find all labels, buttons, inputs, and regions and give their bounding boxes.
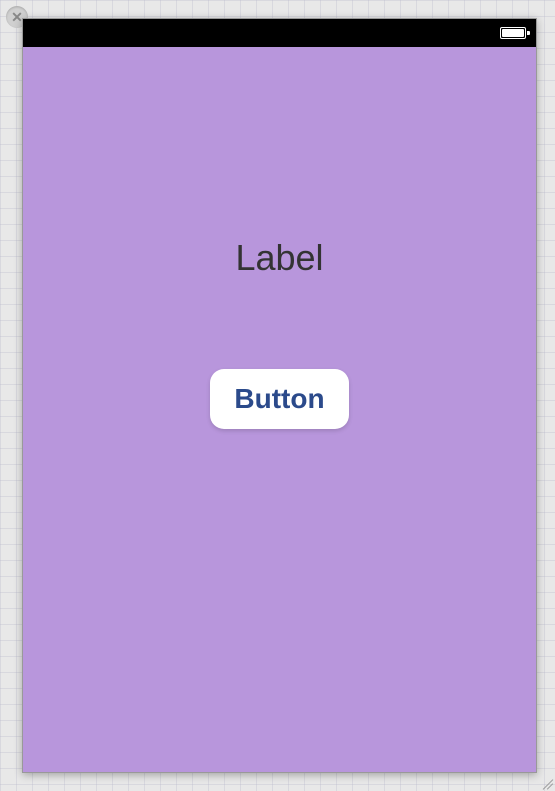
status-bar	[23, 19, 536, 47]
resize-handle[interactable]	[539, 775, 553, 789]
device-canvas: Label Button	[22, 18, 537, 773]
battery-icon	[500, 26, 530, 40]
view-content[interactable]: Label Button	[23, 47, 536, 772]
label[interactable]: Label	[235, 237, 323, 279]
button[interactable]: Button	[210, 369, 348, 429]
